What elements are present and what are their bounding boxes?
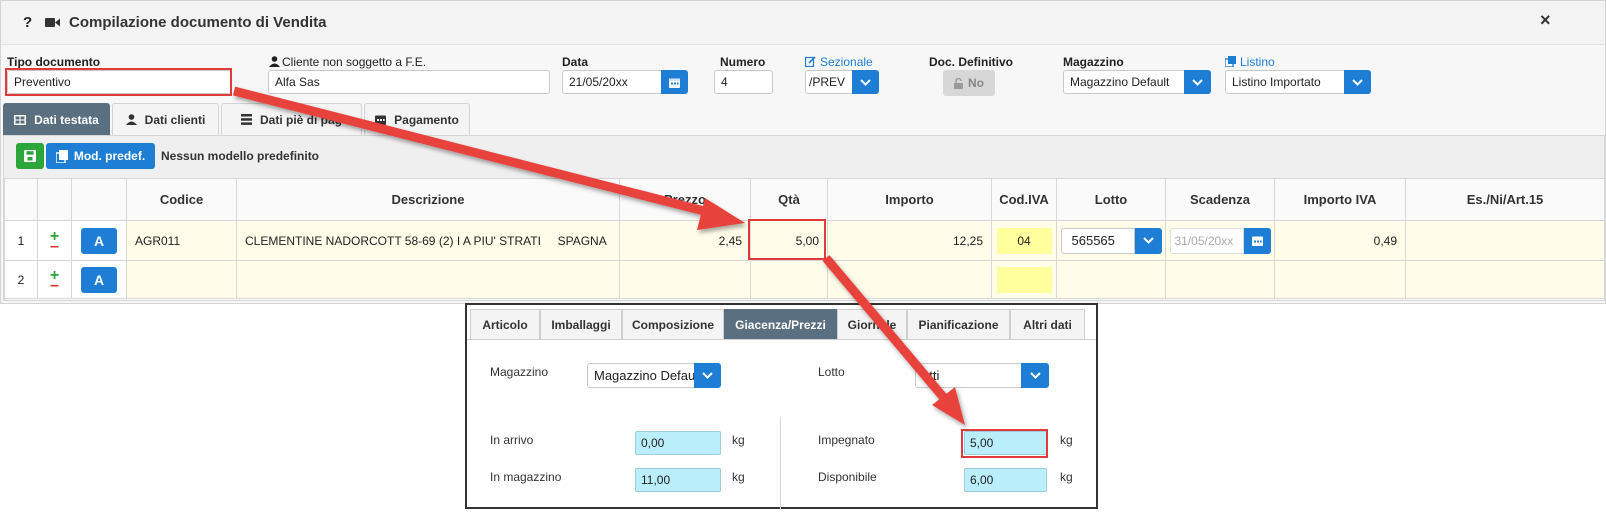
arrow-tipo-to-qta bbox=[232, 86, 745, 230]
annotation-arrows bbox=[232, 86, 965, 425]
arrow-qta-to-impegnato bbox=[822, 255, 965, 425]
